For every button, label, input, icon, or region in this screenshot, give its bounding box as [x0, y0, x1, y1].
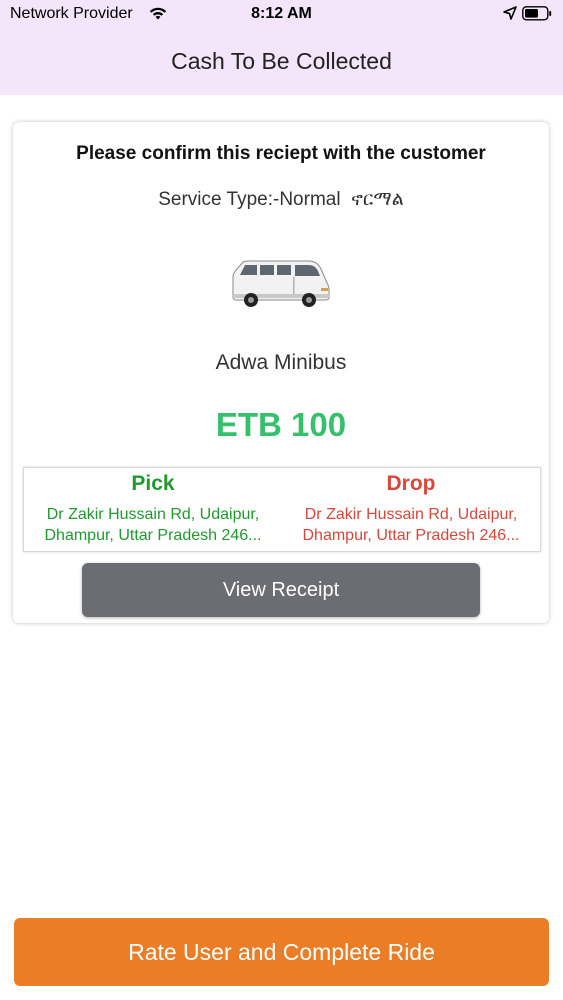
- drop-label: Drop: [386, 472, 436, 495]
- drop-section: Drop Dr Zakir Hussain Rd, Udaipur, Dhamp…: [282, 468, 540, 551]
- status-bar: Network Provider 8:12 AM: [0, 0, 563, 28]
- clock: 8:12 AM: [251, 5, 312, 22]
- navigation-bar: Cash To Be Collected: [0, 28, 563, 95]
- fare-amount: ETB 100: [215, 406, 347, 443]
- drop-address: Dr Zakir Hussain Rd, Udaipur, Dhampur, U…: [302, 506, 520, 544]
- pick-label: Pick: [131, 472, 175, 495]
- receipt-heading: Please confirm this reciept with the cus…: [76, 143, 486, 164]
- page-title: Cash To Be Collected: [171, 48, 392, 74]
- service-type: Service Type:-Normal ኖርማል: [13, 189, 549, 211]
- pick-section: Pick Dr Zakir Hussain Rd, Udaipur, Dhamp…: [24, 468, 282, 551]
- view-receipt-button[interactable]: View Receipt: [82, 563, 480, 617]
- route-details: Pick Dr Zakir Hussain Rd, Udaipur, Dhamp…: [23, 467, 541, 552]
- location-arrow-icon: [503, 6, 517, 20]
- complete-ride-button[interactable]: Rate User and Complete Ride: [14, 918, 549, 986]
- vehicle-name: Adwa Minibus: [215, 351, 347, 374]
- minibus-image: [232, 260, 330, 307]
- service-type-text: Service Type:-Normal ኖርማል: [158, 189, 404, 210]
- pick-address: Dr Zakir Hussain Rd, Udaipur, Dhampur, U…: [44, 506, 262, 544]
- receipt-card: Please confirm this reciept with the cus…: [13, 122, 549, 623]
- battery-icon: [522, 6, 552, 21]
